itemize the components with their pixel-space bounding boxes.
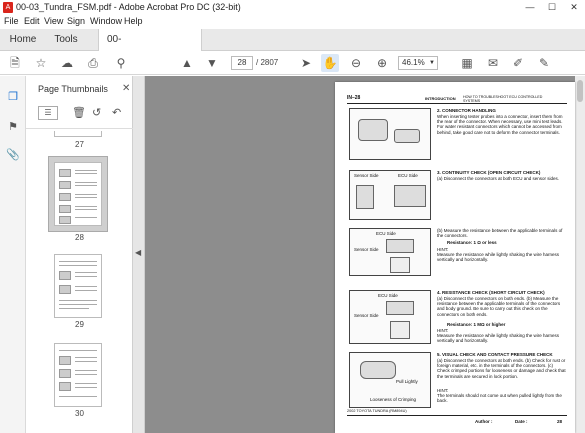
page-thumbnails-panel: Page Thumbnails ✕ ☰ 🗑 ↺ ↶ 27 28 29 30 — [26, 76, 133, 433]
page-display-icon[interactable]: ▦ — [458, 54, 476, 72]
menu-view[interactable]: View — [44, 16, 63, 26]
panel-collapse-strip[interactable]: ◀ — [133, 76, 145, 433]
page-header-mid: INTRODUCTION — [425, 96, 456, 101]
title-bar: A 00-03_Tundra_FSM.pdf - Adobe Acrobat P… — [0, 0, 585, 15]
section-body: (a) Disconnect the connectors on both en… — [437, 296, 561, 317]
thumbnail-label: 29 — [75, 320, 84, 329]
section-heading: 2. CONNECTOR HANDLING — [437, 108, 496, 113]
scrollbar-thumb[interactable] — [577, 80, 583, 102]
bookmarks-icon[interactable]: ⚑ — [6, 120, 20, 134]
tab-tools[interactable]: Tools — [46, 29, 86, 51]
panel-title: Page Thumbnails — [38, 84, 108, 94]
section-heading: 5. VISUAL CHECK AND CONTACT PRESSURE CHE… — [437, 352, 553, 357]
vertical-scrollbar[interactable] — [575, 76, 585, 433]
thumbnail-label: 30 — [75, 409, 84, 418]
figure-label: Looseness of Crimping — [370, 397, 417, 402]
close-panel-icon[interactable]: ✕ — [122, 83, 130, 94]
acrobat-icon: A — [3, 2, 13, 13]
section-heading: 3. CONTINUITY CHECK (OPEN CIRCUIT CHECK) — [437, 170, 541, 175]
footer-date: Date : — [515, 419, 528, 424]
connector-handling-figure — [349, 108, 431, 160]
figure-label: Pull Lightly — [396, 379, 418, 384]
figure-label: Sensor Side — [354, 247, 379, 252]
rotate-left-icon[interactable]: ↺ — [92, 106, 101, 119]
section-body: (a) Disconnect the connectors at both EC… — [437, 176, 560, 181]
search-icon[interactable]: ⚲ — [112, 54, 130, 72]
figure-label: Sensor Side — [354, 313, 379, 318]
hand-tool-icon[interactable]: ✋ — [321, 54, 339, 72]
comment-icon[interactable]: ✉ — [484, 54, 502, 72]
create-file-icon[interactable]: 🗎 — [6, 54, 24, 72]
chevron-down-icon: ▼ — [429, 60, 435, 66]
zoom-level-select[interactable]: 46.1% ▼ — [398, 56, 438, 70]
attachments-icon[interactable]: 📎 — [6, 148, 20, 162]
footer-page-number: 28 — [557, 419, 563, 424]
figure-label: ECU Side — [378, 293, 398, 298]
menu-edit[interactable]: Edit — [24, 16, 40, 26]
zoom-out-icon[interactable]: ⊖ — [347, 54, 365, 72]
menu-help[interactable]: Help — [124, 16, 143, 26]
tab-home[interactable]: Home — [0, 29, 46, 51]
zoom-level-value: 46.1% — [402, 58, 425, 67]
select-tool-icon[interactable]: ➤ — [297, 54, 315, 72]
section-body: (b) Measure the resistance between the a… — [437, 228, 563, 239]
pdf-page: IN–28 INTRODUCTION HOW TO TROUBLESHOOT E… — [335, 82, 575, 433]
header-rule — [347, 103, 567, 104]
thumbnail-page[interactable] — [54, 343, 102, 407]
next-page-icon[interactable]: ▼ — [203, 54, 221, 72]
short-circuit-check-figure: ECU Side Sensor Side — [349, 290, 431, 344]
thumbnail-label: 27 — [75, 140, 84, 149]
sign-icon[interactable]: ✎ — [535, 54, 553, 72]
spec-value: Resistance: 1 MΩ or higher — [447, 322, 506, 327]
menu-file[interactable]: File — [4, 16, 19, 26]
thumbnail-label: 28 — [75, 233, 84, 242]
minimize-button[interactable]: — — [519, 0, 541, 15]
highlight-icon[interactable]: ✐ — [509, 54, 527, 72]
page-total: / 2807 — [256, 58, 279, 67]
section-heading: 4. RESISTANCE CHECK (SHORT CIRCUIT CHECK… — [437, 290, 545, 295]
print-icon[interactable]: ⎙ — [84, 54, 102, 72]
section-body: (a) Disconnect the connectors at both en… — [437, 358, 566, 379]
resistance-measure-figure: ECU Side Sensor Side — [349, 228, 431, 276]
delete-icon[interactable]: 🗑 — [72, 106, 86, 119]
panel-divider — [26, 128, 133, 129]
section-body: When inserting tester probes into a conn… — [437, 114, 563, 135]
footer-author: Author : — [475, 419, 493, 424]
collapse-panel-icon[interactable]: ◀ — [135, 248, 141, 257]
toolbar: 🗎 ☆ ☁ ⎙ ⚲ ▲ ▼ 28 / 2807 ➤ ✋ ⊖ ⊕ 46.1% ▼ … — [0, 51, 585, 75]
menu-window[interactable]: Window — [90, 16, 122, 26]
visual-check-figure: Pull Lightly Looseness of Crimping — [349, 352, 431, 408]
maximize-button[interactable]: ☐ — [541, 0, 563, 15]
footer-rule — [347, 415, 567, 416]
figure-label: Sensor Side — [354, 173, 379, 178]
zoom-in-icon[interactable]: ⊕ — [373, 54, 391, 72]
page-header-left: IN–28 — [347, 95, 361, 101]
bookmark-star-icon[interactable]: ☆ — [32, 54, 50, 72]
page-thumbnails-icon[interactable]: ❐ — [6, 90, 20, 104]
figure-label: ECU Side — [376, 231, 396, 236]
page-footer-left: 2002 TOYOTA TUNDRA (RM894U) — [347, 409, 407, 413]
undo-icon[interactable]: ↶ — [112, 106, 121, 119]
hint-body: Measure the resistance while lightly sha… — [437, 252, 560, 263]
continuity-check-figure: Sensor Side ECU Side — [349, 170, 431, 220]
spec-value: Resistance: 1 Ω or less — [447, 240, 497, 245]
page-header-right: HOW TO TROUBLESHOOT ECU CONTROLLED SYSTE… — [463, 95, 543, 103]
thumbnail-page[interactable] — [54, 254, 102, 318]
close-button[interactable]: ✕ — [563, 0, 585, 15]
figure-label: ECU Side — [398, 173, 418, 178]
thumbnail-page[interactable] — [54, 131, 102, 137]
navigation-rail: ❐ ⚑ 📎 — [0, 76, 26, 433]
page-number-input[interactable]: 28 — [231, 56, 253, 70]
cloud-upload-icon[interactable]: ☁ — [58, 54, 76, 72]
menu-sign[interactable]: Sign — [67, 16, 85, 26]
window-title: 00-03_Tundra_FSM.pdf - Adobe Acrobat Pro… — [16, 2, 241, 12]
options-menu-icon[interactable]: ☰ — [38, 106, 58, 120]
tab-document[interactable]: 00-03_Tundra_FSM... ✕ — [98, 29, 202, 67]
menu-bar: File Edit View Sign Window Help — [0, 15, 585, 29]
tab-bar: Home Tools 00-03_Tundra_FSM... ✕ — [0, 29, 585, 67]
hint-body: Measure the resistance while lightly sha… — [437, 333, 560, 344]
thumbnail-page[interactable] — [54, 162, 102, 226]
previous-page-icon[interactable]: ▲ — [178, 54, 196, 72]
hint-body: The terminals should not come out when p… — [437, 393, 562, 404]
